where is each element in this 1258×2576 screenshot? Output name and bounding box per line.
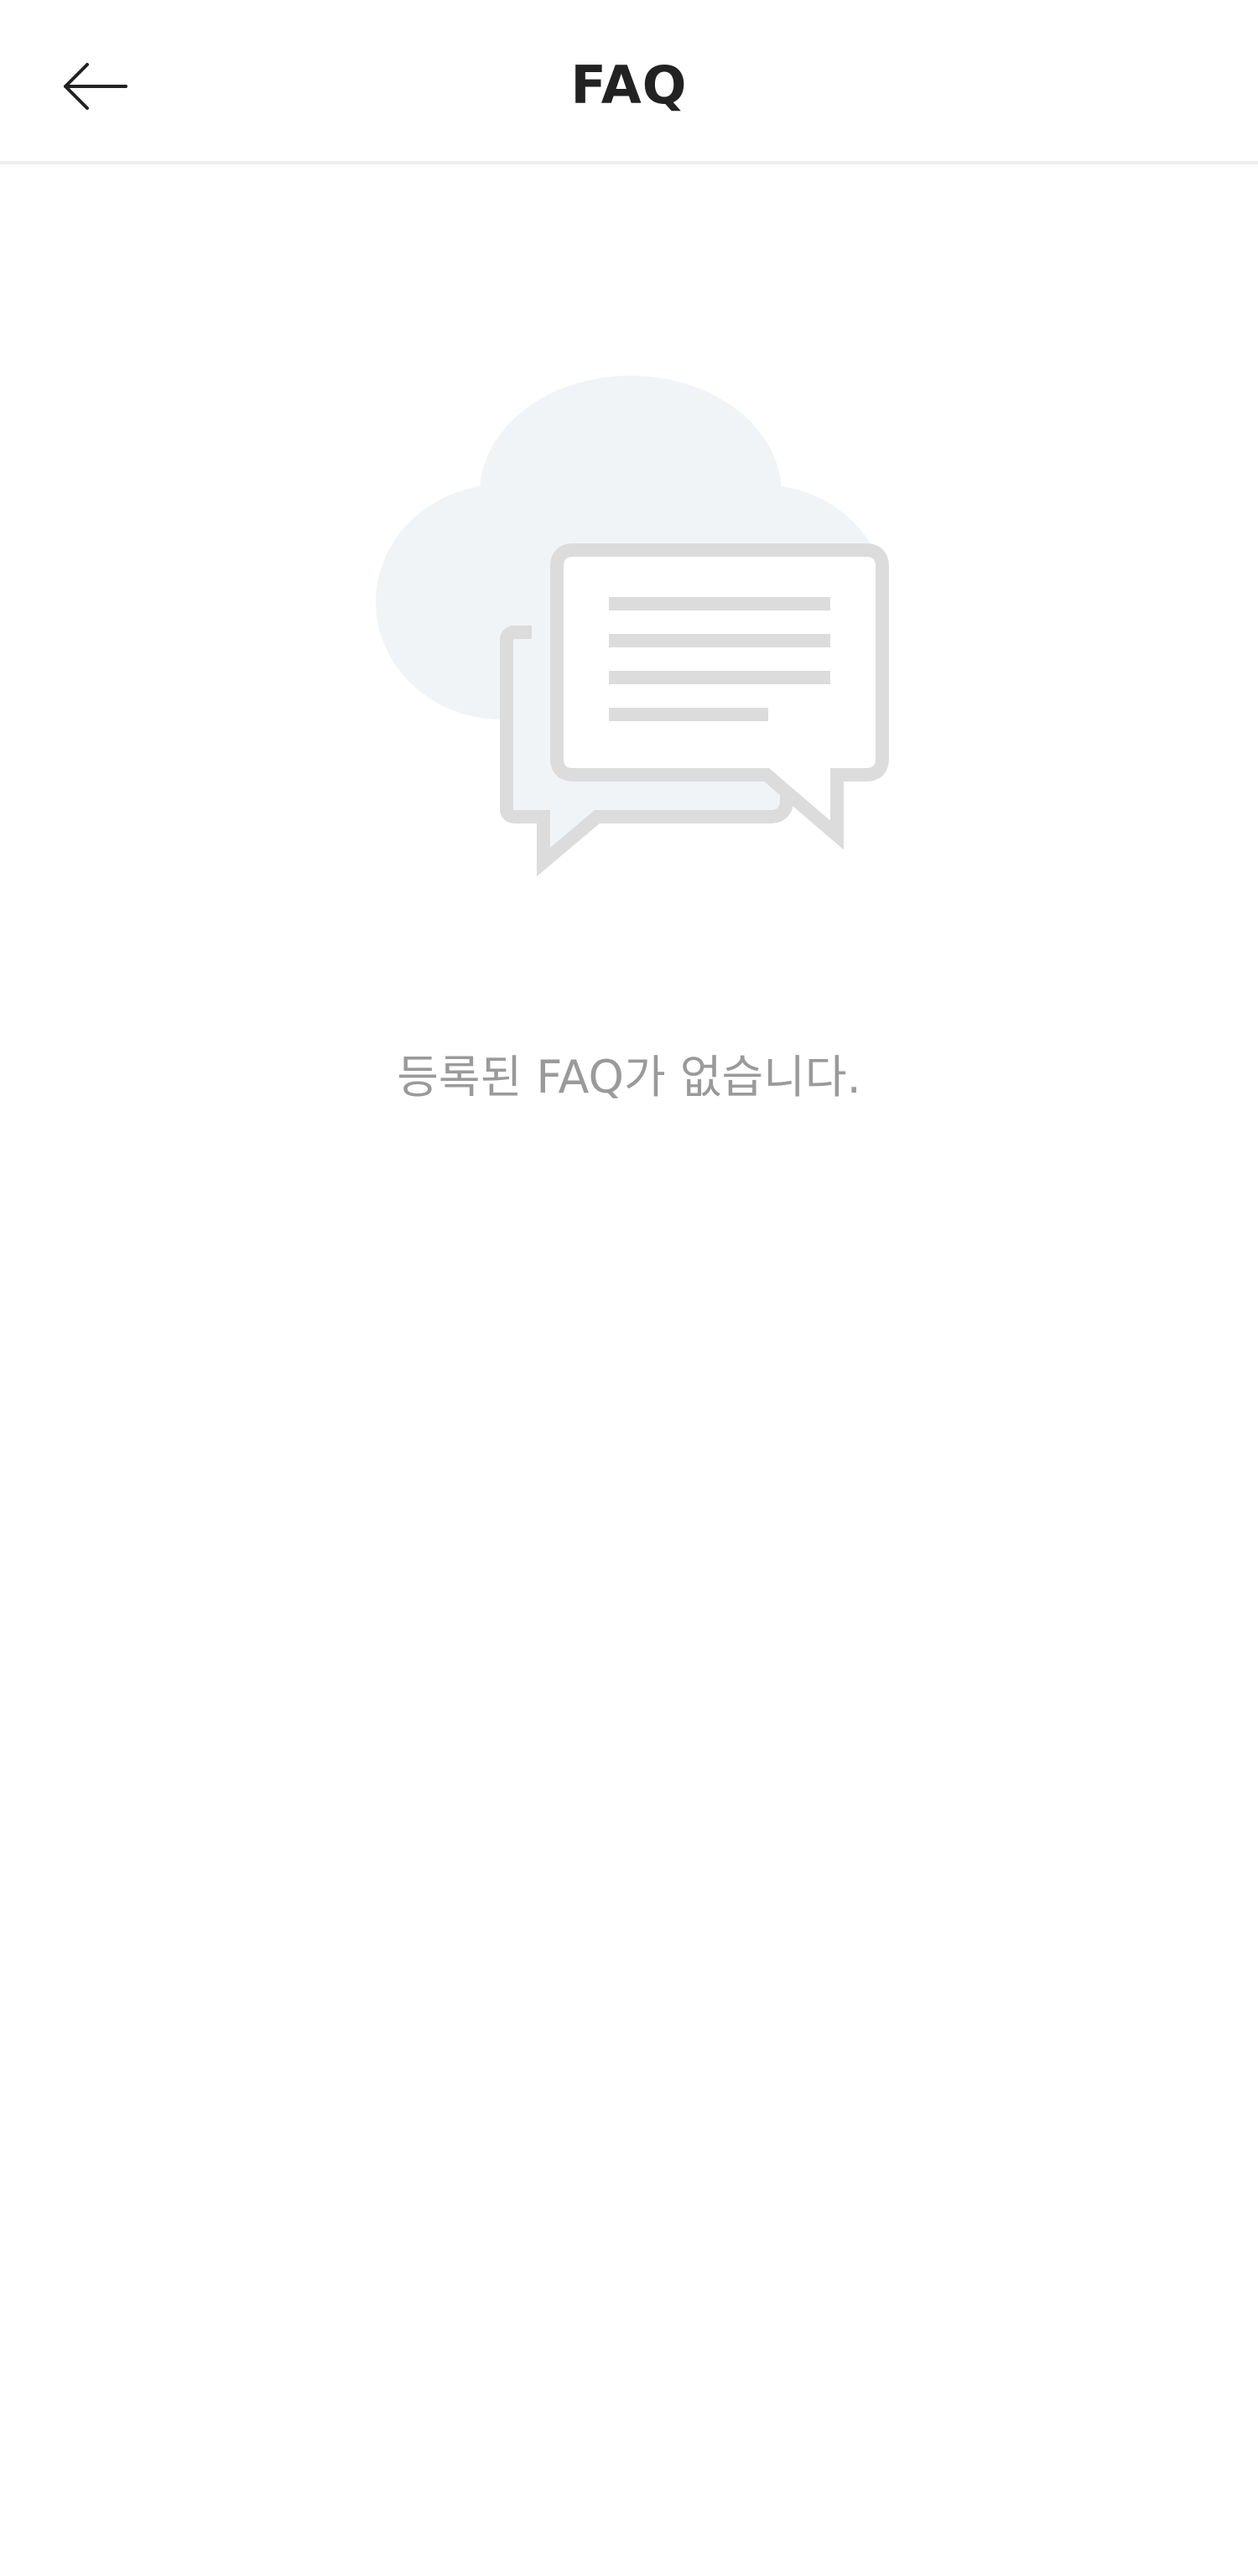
empty-state-message: 등록된 FAQ가 없습니다. [397,1051,861,1104]
page-title: FAQ [570,55,688,116]
top-app-bar: FAQ [0,0,1258,164]
empty-state-illustration [376,359,896,896]
faq-screen: FAQ 등록된 FAQ가 없습니다. [0,0,1258,2576]
chat-bubbles-icon [376,376,889,877]
